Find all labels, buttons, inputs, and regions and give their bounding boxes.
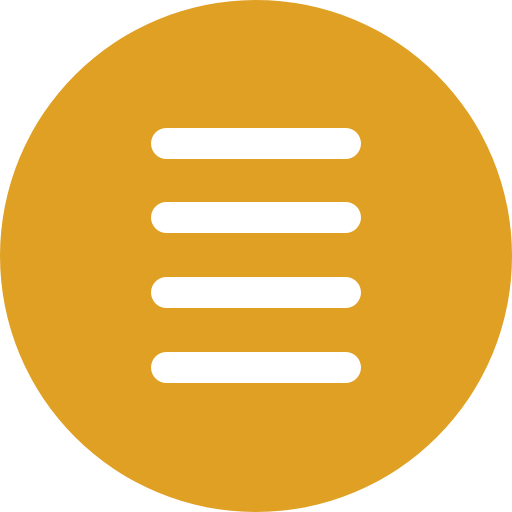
menu-button[interactable] <box>0 0 512 512</box>
menu-line-2 <box>151 202 361 233</box>
menu-line-4 <box>151 352 361 383</box>
menu-line-1 <box>151 128 361 159</box>
hamburger-menu-icon <box>0 0 512 512</box>
circle-background <box>0 0 512 512</box>
icon-canvas <box>0 0 512 512</box>
menu-line-3 <box>151 277 361 308</box>
